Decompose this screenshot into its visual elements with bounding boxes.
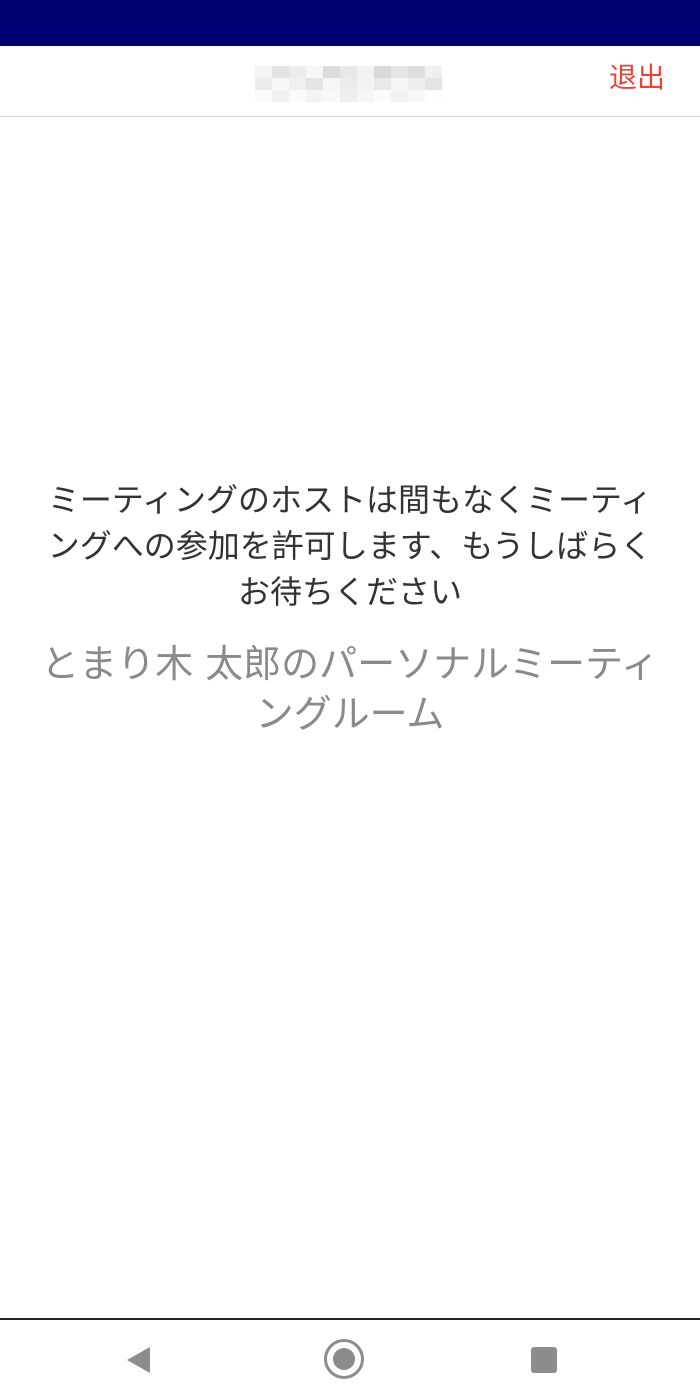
- meeting-header: 退出: [0, 46, 700, 117]
- status-bar: [0, 0, 700, 46]
- home-circle-icon[interactable]: [324, 1339, 364, 1379]
- back-triangle-icon[interactable]: [127, 1347, 150, 1373]
- waiting-message: ミーティングのホストは間もなくミーティングへの参加を許可します、もうしばらくお待…: [47, 481, 653, 611]
- home-dot: [333, 1348, 355, 1370]
- recents-square-icon[interactable]: [531, 1347, 557, 1373]
- waiting-room-content: ミーティングのホストは間もなくミーティングへの参加を許可します、もうしばらくお待…: [0, 117, 700, 1318]
- meeting-title-redacted: [255, 66, 443, 102]
- leave-button[interactable]: 退出: [609, 60, 665, 96]
- meeting-room-name: とまり木 太郎のパーソナルミーティングルーム: [41, 642, 659, 736]
- system-navigation-bar: [0, 1318, 700, 1400]
